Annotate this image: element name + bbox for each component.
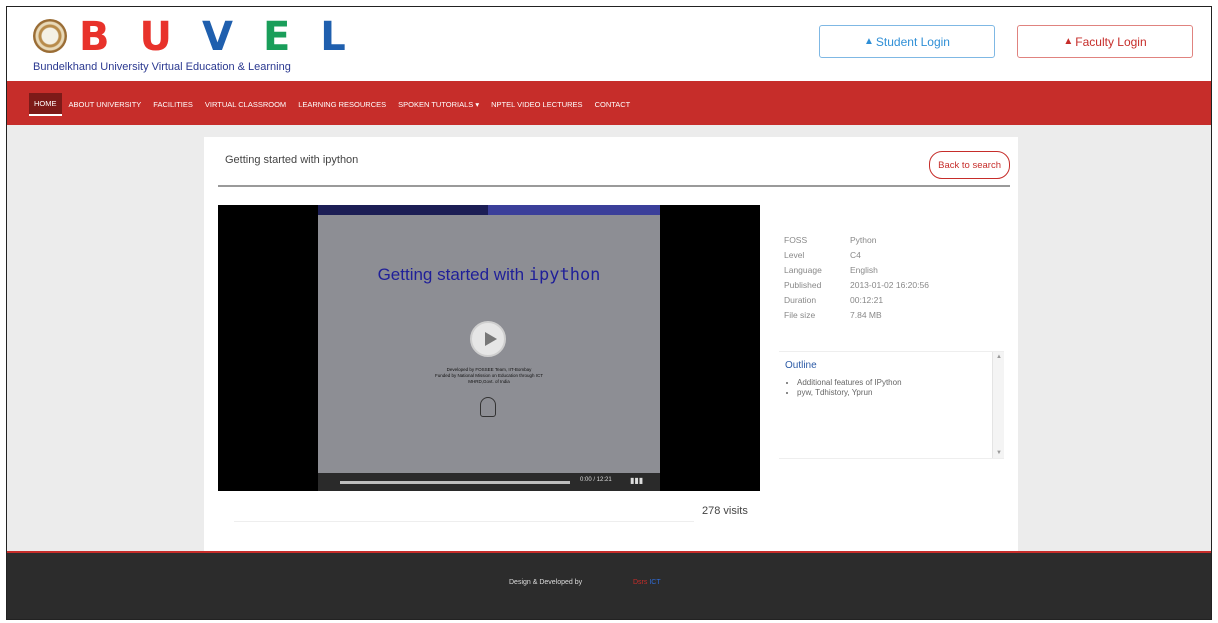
logo-letter-b: B — [79, 14, 110, 60]
footer-brand-b: ICT — [649, 579, 661, 586]
footer-developer-link[interactable]: Dsrs ICT — [633, 579, 661, 586]
slide-header-bar — [318, 205, 660, 215]
outline-scrollbar[interactable]: ▲ ▼ — [992, 352, 1004, 458]
outline-item: pyw, Tdhistory, Yprun — [797, 388, 902, 398]
nav-item-facilities[interactable]: FACILITIES — [148, 94, 198, 115]
logo-tagline: Bundelkhand University Virtual Education… — [33, 61, 291, 73]
meta-value: C4 — [850, 249, 861, 260]
nav-item-contact[interactable]: CONTACT — [590, 94, 636, 115]
faculty-login-button[interactable]: ▲ Faculty Login — [1017, 25, 1193, 58]
meta-row-language: Language English — [784, 262, 929, 277]
nav-item-home[interactable]: HOME — [29, 93, 62, 116]
video-slide-title-text: Getting started with — [377, 265, 529, 284]
logo-letter-u: U — [139, 14, 172, 60]
outline-heading: Outline — [785, 360, 817, 371]
meta-value: 2013-01-02 16:20:56 — [850, 279, 929, 290]
nav-item-virtual-classroom[interactable]: VIRTUAL CLASSROOM — [200, 94, 291, 115]
faculty-login-label: Faculty Login — [1075, 34, 1147, 49]
scroll-up-icon[interactable]: ▲ — [996, 354, 1002, 360]
video-controls: 0:00 / 12:21 ▮▮▮ — [318, 473, 660, 491]
video-slide-title: Getting started with ipython — [318, 265, 660, 285]
back-to-search-button[interactable]: Back to search — [929, 151, 1010, 179]
meta-key: Level — [784, 249, 805, 260]
meta-key: Language — [784, 264, 822, 275]
logo-letter-e: E — [262, 14, 291, 60]
outline-list: Additional features of IPython pyw, Tdhi… — [787, 378, 902, 398]
student-login-button[interactable]: ▲ Student Login — [819, 25, 995, 58]
meta-row-file-size: File size 7.84 MB — [784, 307, 929, 322]
meta-key: FOSS — [784, 234, 808, 245]
nav-item-about-university[interactable]: ABOUT UNIVERSITY — [64, 94, 147, 115]
user-icon: ▲ — [864, 36, 874, 47]
meta-row-level: Level C4 — [784, 247, 929, 262]
logo-letter-l: L — [320, 14, 346, 60]
meta-row-published: Published 2013-01-02 16:20:56 — [784, 277, 929, 292]
meta-row-foss: FOSS Python — [784, 232, 929, 247]
meta-key: Duration — [784, 294, 817, 305]
play-icon[interactable] — [470, 321, 506, 357]
tutorial-panel: Getting started with ipython Back to sea… — [204, 137, 1018, 551]
site-footer: Design & Developed by Dsrs ICT — [7, 551, 1211, 619]
logo-letter-v: V — [201, 14, 233, 60]
video-player[interactable]: Getting started with ipython Developed b… — [218, 205, 760, 491]
meta-value: 7.84 MB — [850, 309, 882, 320]
logo-wordmark: B U V E L — [79, 15, 346, 59]
user-icon: ▲ — [1063, 36, 1074, 47]
nav-item-spoken-tutorials[interactable]: SPOKEN TUTORIALS ▾ — [393, 94, 484, 115]
page-frame: B U V E L Bundelkhand University Virtual… — [6, 6, 1212, 620]
meta-value: Python — [850, 234, 877, 245]
nav-item-nptel-video-lectures[interactable]: NPTEL VIDEO LECTURES — [486, 94, 587, 115]
student-login-label: Student Login — [875, 34, 950, 49]
visit-count: 278 visits — [702, 505, 748, 517]
video-frame: Getting started with ipython Developed b… — [318, 205, 660, 473]
nav-item-learning-resources[interactable]: LEARNING RESOURCES — [293, 94, 391, 115]
meta-key: Published — [784, 279, 822, 290]
outline-item: Additional features of IPython — [797, 378, 902, 388]
university-seal-icon — [33, 19, 67, 53]
footer-brand-a: Dsrs — [633, 579, 648, 586]
iit-emblem-icon — [480, 397, 496, 417]
main-content: Getting started with ipython Back to sea… — [7, 125, 1211, 551]
visits-divider — [234, 521, 694, 522]
video-time: 0:00 / 12:21 — [580, 477, 612, 483]
video-slide-credits: Developed by FOSSEE Team, IIT-Bombay Fun… — [434, 367, 544, 384]
title-divider — [218, 185, 1010, 187]
outline-box[interactable]: Outline Additional features of IPython p… — [779, 351, 1004, 459]
video-slide-title-code: ipython — [528, 265, 601, 285]
meta-row-duration: Duration 00:12:21 — [784, 292, 929, 307]
volume-icon[interactable]: ▮▮▮ — [630, 476, 643, 485]
page-title: Getting started with ipython — [225, 154, 359, 166]
meta-key: File size — [784, 309, 816, 320]
meta-value: English — [850, 264, 878, 275]
tutorial-metadata: FOSS Python Level C4 Language English Publi… — [784, 232, 929, 322]
main-navbar: HOME ABOUT UNIVERSITY FACILITIES VIRTUAL… — [7, 81, 1211, 125]
site-header: B U V E L Bundelkhand University Virtual… — [7, 7, 1211, 81]
footer-credit-text: Design & Developed by — [509, 579, 583, 586]
meta-value: 00:12:21 — [850, 294, 884, 305]
scroll-down-icon[interactable]: ▼ — [996, 450, 1002, 456]
seek-bar[interactable] — [340, 481, 570, 484]
